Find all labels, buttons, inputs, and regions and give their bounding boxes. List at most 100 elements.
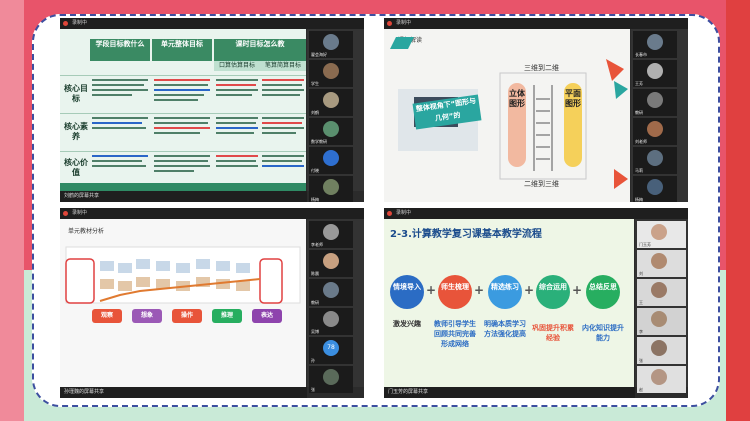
participant-tile[interactable]: 数学教研 <box>309 118 353 145</box>
step-text: 明确本质学习方法强化提高 <box>484 320 526 338</box>
top-label: 三维到二维 <box>524 64 559 72</box>
participant-tile[interactable]: 教研 <box>633 89 677 116</box>
participant-name: 李 <box>639 329 643 334</box>
participant-name: 付晓 <box>311 168 319 173</box>
participant-tile[interactable]: 张 <box>637 337 686 364</box>
participant-name: 刘 <box>639 271 643 276</box>
participant-tile[interactable]: 刘老师 <box>633 118 677 145</box>
step-text: 巩固提升积累经验 <box>532 324 574 342</box>
left-stripe <box>0 0 24 421</box>
avatar <box>323 150 339 166</box>
record-icon <box>63 21 68 26</box>
participant-tile[interactable]: 马莉 <box>633 147 677 174</box>
participant-tile[interactable]: 杨梅 <box>309 176 353 202</box>
record-icon <box>387 21 392 26</box>
record-icon <box>387 211 392 216</box>
step-circle: 精选练习 <box>488 275 522 309</box>
avatar <box>647 179 663 195</box>
participant-tile[interactable]: 门玉芳 <box>637 221 686 248</box>
participant-tile[interactable]: 李 <box>637 308 686 335</box>
avatar <box>651 282 667 298</box>
step-circle: 综合运用 <box>536 275 570 309</box>
participant-tile[interactable]: 吴博 <box>309 308 353 335</box>
header-cell: 课时目标怎么教 <box>214 39 306 61</box>
participant-name: 王芳 <box>635 81 643 86</box>
participant-tile[interactable]: 王 <box>637 279 686 306</box>
share-label: 门玉芳的屏幕共享 <box>388 389 429 395</box>
participant-tile[interactable]: 长春市 <box>633 31 677 58</box>
avatar <box>651 340 667 356</box>
participant-list: 门玉芳 刘 王 李 张 赵 <box>635 219 688 393</box>
recording-label: 录制中 <box>396 20 412 26</box>
bottom-label: 二维到三维 <box>524 180 559 188</box>
participant-tile[interactable]: 王芳 <box>633 60 677 87</box>
participant-tile[interactable]: 教研 <box>309 279 353 306</box>
table-body-text <box>92 79 304 172</box>
avatar <box>647 150 663 166</box>
row-label: 核心目标 <box>64 84 88 103</box>
meeting-panel-1: 录制中 学段目标教什么 单元整体目标 课时目标怎么教 口算估算目标 笔算简算目标… <box>60 18 364 202</box>
participant-tile[interactable]: 学生 <box>309 60 353 87</box>
slide-graphics <box>65 246 301 304</box>
avatar <box>651 253 667 269</box>
shared-slide: 单元教材分析 观察 想象 操作 推理 表达 <box>60 219 306 387</box>
row-label: 核心素养 <box>64 122 88 141</box>
panel-topbar: 录制中 <box>384 208 688 219</box>
step-reason: 推理 <box>212 309 242 323</box>
avatar <box>323 224 339 240</box>
avatar <box>323 253 339 269</box>
participant-name: 刘鹤 <box>311 110 319 115</box>
row-label: 核心价值 <box>64 158 88 177</box>
avatar <box>323 311 339 327</box>
panel-topbar: 录制中 <box>60 18 364 29</box>
participant-tile[interactable]: 陈晨 <box>309 250 353 277</box>
participant-list: 长春市 王芳 教研 刘老师 马莉 杨梅 <box>631 29 688 202</box>
participant-tile[interactable]: 翟会海好 <box>309 31 353 58</box>
slide-title: 2-3.计算教学复习课基本教学流程 <box>390 229 542 240</box>
step-circle: 总结反思 <box>586 275 620 309</box>
meeting-panel-2: 录制中 课标解读 整体视角下“图形与几何”的 立体图形 平面图形 三维到二维 二… <box>384 18 688 202</box>
avatar <box>651 224 667 240</box>
meeting-panel-4: 录制中 2-3.计算教学复习课基本教学流程 情境导入 + 师生梳理 + 精选练习… <box>384 208 688 398</box>
participant-name: 李老师 <box>311 242 323 247</box>
step-imagine: 想象 <box>132 309 162 323</box>
participant-name: 王 <box>639 300 643 305</box>
participant-tile[interactable]: 赵 <box>637 366 686 393</box>
participant-list: 李老师 陈晨 教研 吴博 78 孙 张 <box>307 219 364 393</box>
avatar <box>323 92 339 108</box>
participant-name: 刘老师 <box>635 139 647 144</box>
plus-icon: + <box>426 283 437 297</box>
participant-tile[interactable]: 李老师 <box>309 221 353 248</box>
participant-tile[interactable]: 张 <box>309 366 353 393</box>
avatar <box>323 282 339 298</box>
slide-footer <box>60 183 306 191</box>
participant-tile[interactable]: 刘 <box>637 250 686 277</box>
step-text: 内化知识提升能力 <box>582 324 624 342</box>
screen-share-bar: 门玉芳的屏幕共享 <box>384 387 635 398</box>
participant-name: 翟会海好 <box>311 52 327 57</box>
participant-tile[interactable]: 78 孙 <box>309 337 353 364</box>
participant-name: 张 <box>311 387 315 392</box>
step-observe: 观察 <box>92 309 122 323</box>
recording-label: 录制中 <box>396 210 412 216</box>
plus-icon: + <box>474 283 485 297</box>
recording-label: 录制中 <box>72 210 88 216</box>
solid-shape-label: 立体图形 <box>508 83 526 167</box>
participant-name: 杨梅 <box>635 197 643 202</box>
participant-tile[interactable]: 杨梅 <box>633 176 677 202</box>
subheader-cell: 口算估算目标 <box>214 61 260 71</box>
participant-name: 赵 <box>639 387 643 392</box>
participant-name: 长春市 <box>635 52 647 57</box>
participant-name: 陈晨 <box>311 271 319 276</box>
plane-shape-label: 平面图形 <box>564 83 582 167</box>
participant-name: 教研 <box>311 300 319 305</box>
avatar <box>647 63 663 79</box>
participant-tile[interactable]: 付晓 <box>309 147 353 174</box>
step-circle: 情境导入 <box>390 275 424 309</box>
step-text: 激发兴趣 <box>393 320 421 328</box>
participant-tile[interactable]: 刘鹤 <box>309 89 353 116</box>
avatar <box>323 63 339 79</box>
avatar <box>323 121 339 137</box>
meeting-panel-3: 录制中 单元教材分析 观察 想象 操作 推理 表达 李老师 陈晨 教研 吴博 7… <box>60 208 364 398</box>
avatar <box>647 34 663 50</box>
